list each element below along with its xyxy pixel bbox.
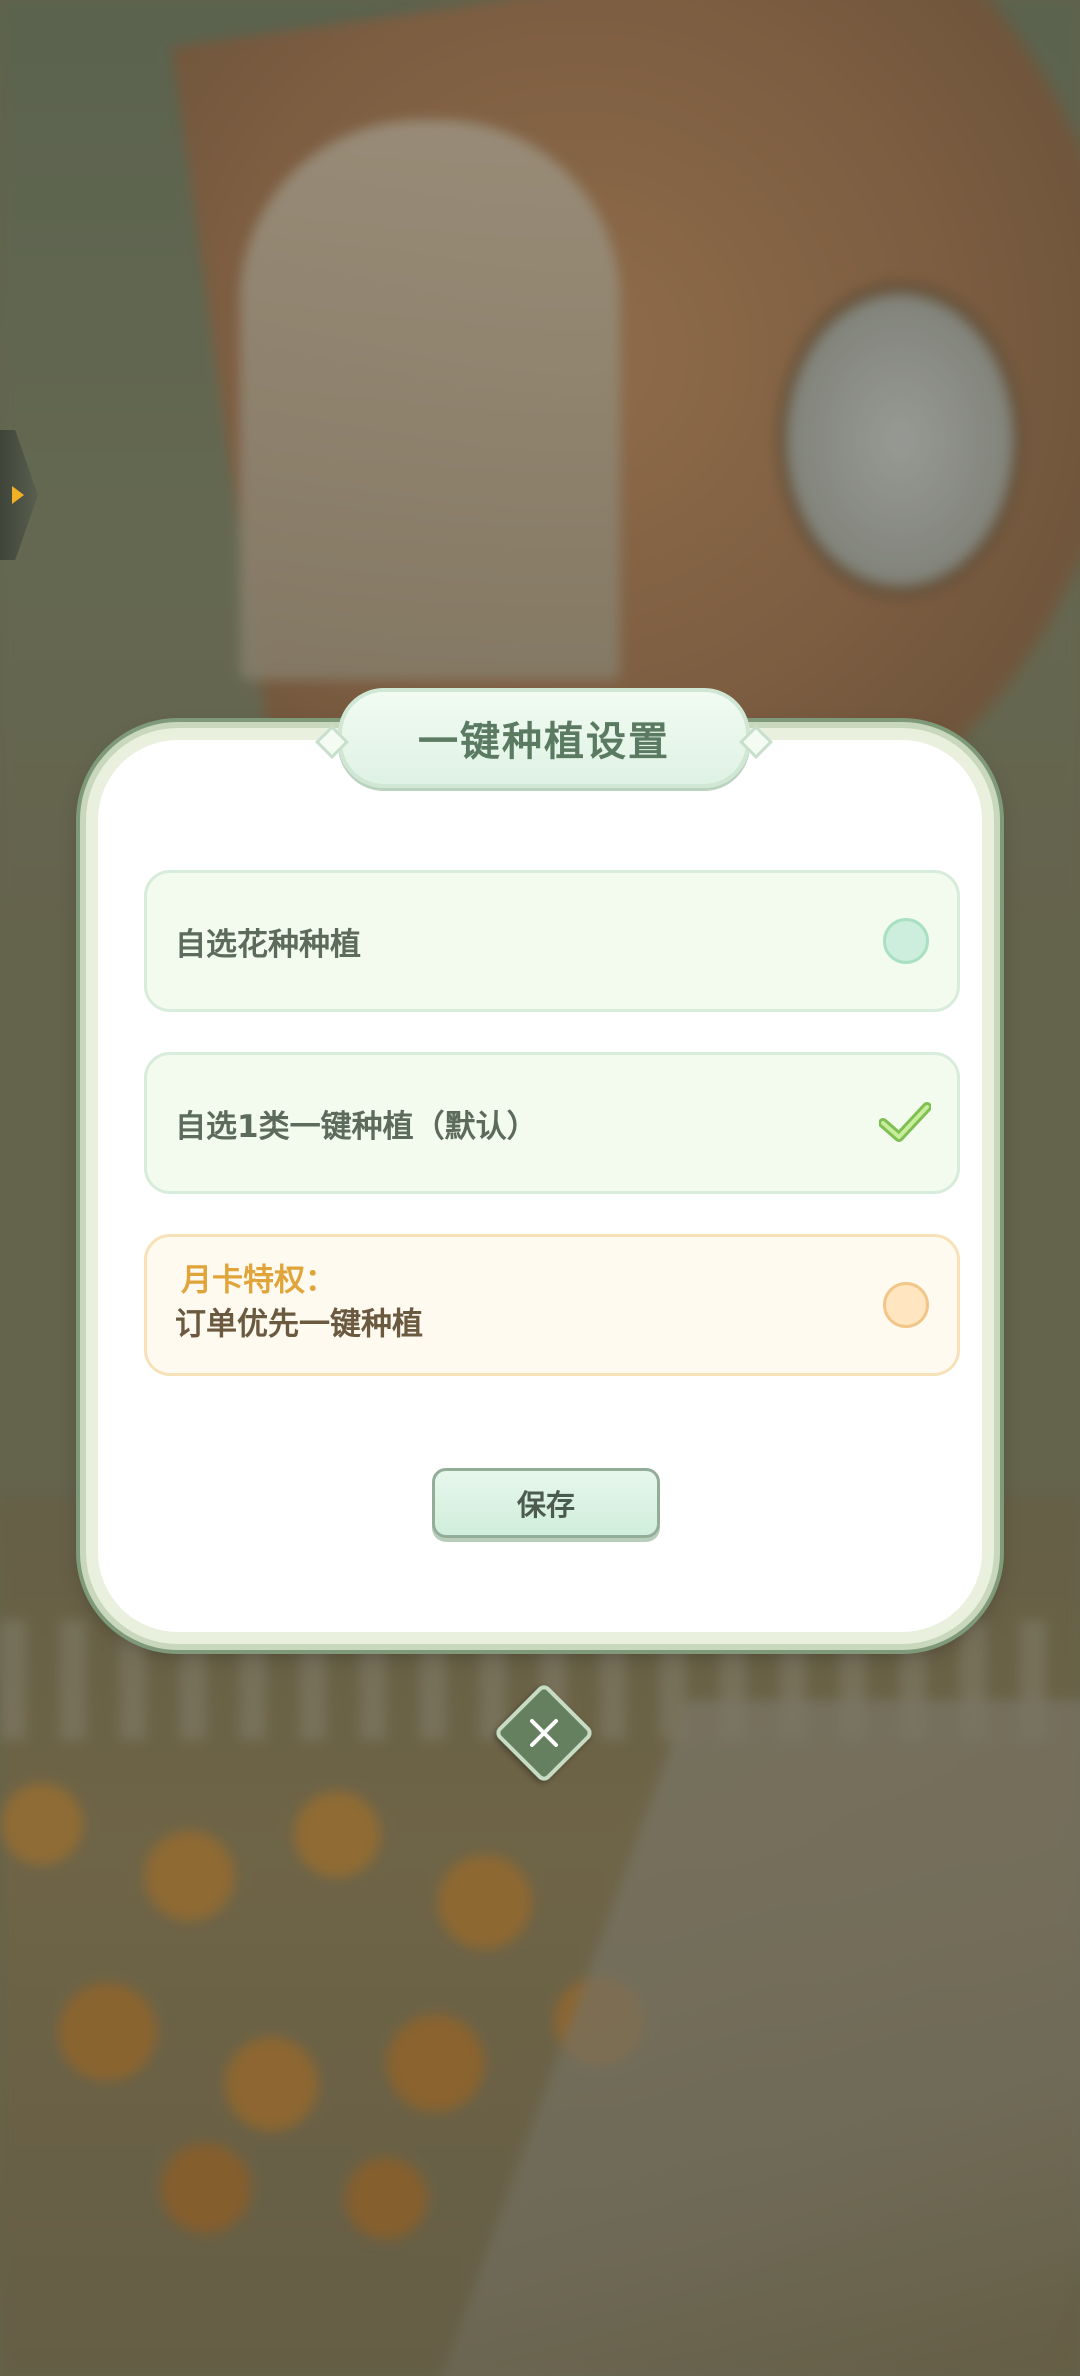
check-icon[interactable] [879,1101,931,1145]
radio-unselected[interactable] [883,1282,929,1328]
close-icon [530,1719,558,1747]
dialog-body: 自选花种种植 自选1类一键种植（默认） 月卡特权： 订单优先一键种植 保存 [98,740,982,1632]
radio-unselected[interactable] [883,918,929,964]
dialog-title: 一键种植设置 [418,719,670,765]
option-one-click-default[interactable]: 自选1类一键种植（默认） [144,1052,960,1194]
chevron-right-icon [12,486,24,504]
save-button-label: 保存 [516,1488,575,1522]
dialog-title-plate: 一键种植设置 [338,688,750,788]
option-monthly-card-order-priority[interactable]: 月卡特权： 订单优先一键种植 [144,1234,960,1376]
option-self-select-seed[interactable]: 自选花种种植 [144,870,960,1012]
option-label: 自选花种种植 [175,926,361,963]
monthly-card-privilege-label: 月卡特权： [181,1262,336,1299]
option-label: 自选1类一键种植（默认） [175,1108,538,1145]
save-button[interactable]: 保存 [432,1468,660,1538]
game-screen: 自选花种种植 自选1类一键种植（默认） 月卡特权： 订单优先一键种植 保存 一键… [0,0,1080,2376]
planting-settings-dialog: 自选花种种植 自选1类一键种植（默认） 月卡特权： 订单优先一键种植 保存 一键… [86,688,994,1644]
option-label: 订单优先一键种植 [175,1306,423,1343]
